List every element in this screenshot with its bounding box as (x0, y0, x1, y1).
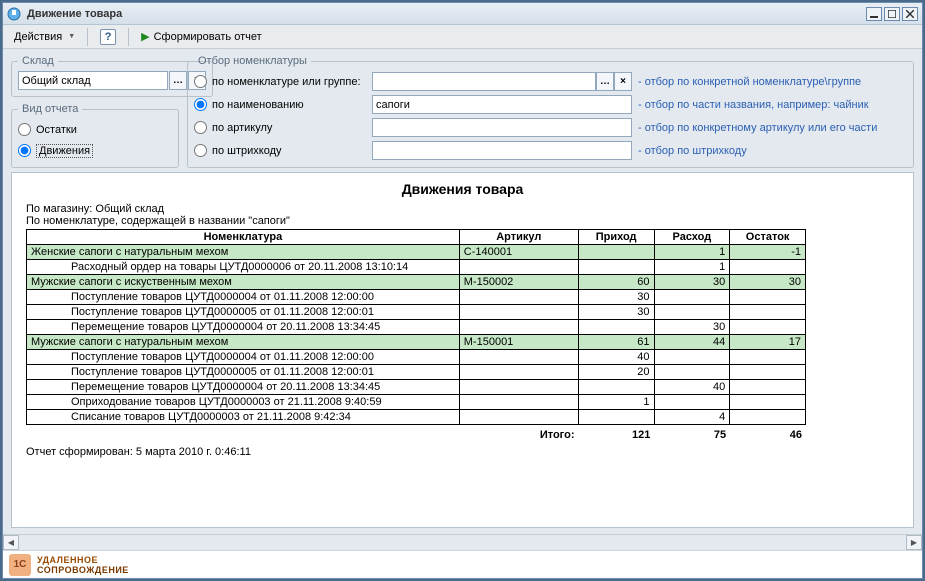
col-header-rest: Остаток (730, 230, 806, 245)
nomk-clear-button[interactable]: × (614, 72, 632, 91)
title-bar: Движение товара (3, 3, 922, 25)
table-row[interactable]: Перемещение товаров ЦУТД0000004 от 20.11… (27, 320, 806, 335)
nomk-select-button[interactable]: … (596, 72, 614, 91)
footer-line1: УДАЛЕННОЕ (37, 555, 129, 565)
table-row[interactable]: Поступление товаров ЦУТД0000005 от 01.11… (27, 305, 806, 320)
radio-ostatki[interactable] (18, 123, 31, 136)
sklad-select-button[interactable]: … (169, 71, 187, 90)
maximize-button[interactable] (884, 7, 900, 21)
name-input[interactable] (372, 95, 632, 114)
scroll-right-icon[interactable]: ▶ (906, 535, 922, 550)
radio-ostatki-label[interactable]: Остатки (36, 124, 77, 136)
group-row[interactable]: Мужские сапоги с натуральным мехомМ-1500… (27, 335, 806, 350)
table-row[interactable]: Расходный ордер на товары ЦУТД0000006 от… (27, 260, 806, 275)
report-timestamp: Отчет сформирован: 5 марта 2010 г. 0:46:… (26, 446, 899, 458)
hint-nomk: - отбор по конкретной номенклатуре\групп… (638, 76, 907, 88)
vid-legend: Вид отчета (18, 103, 82, 115)
art-input[interactable] (372, 118, 632, 137)
help-button[interactable]: ? (93, 27, 123, 47)
help-icon: ? (100, 29, 116, 45)
radio-by-name[interactable] (194, 98, 207, 111)
report-line-store: По магазину: Общий склад (26, 203, 899, 215)
separator (87, 28, 88, 46)
total-label: Итого: (26, 427, 579, 442)
total-in: 121 (579, 427, 655, 442)
scroll-left-icon[interactable]: ◀ (3, 535, 19, 550)
table-row[interactable]: Поступление товаров ЦУТД0000004 от 01.11… (27, 290, 806, 305)
vid-group: Вид отчета Остатки Движения (11, 103, 179, 168)
app-window: Движение товара Действия ▼ ? ▶ Сформиров… (2, 2, 923, 579)
radio-by-barcode[interactable] (194, 144, 207, 157)
footer-line2: СОПРОВОЖДЕНИЕ (37, 565, 129, 575)
hint-art: - отбор по конкретному артикулу или его … (638, 122, 907, 134)
table-row[interactable]: Перемещение товаров ЦУТД0000004 от 20.11… (27, 380, 806, 395)
sklad-legend: Склад (18, 55, 58, 67)
hint-barcode: - отбор по штрихкоду (638, 145, 907, 157)
col-header-out: Расход (654, 230, 730, 245)
window-title: Движение товара (27, 8, 122, 20)
table-row[interactable]: Оприходование товаров ЦУТД0000003 от 21.… (27, 395, 806, 410)
col-header-art: Артикул (459, 230, 578, 245)
radio-by-art[interactable] (194, 121, 207, 134)
close-button[interactable] (902, 7, 918, 21)
table-row[interactable]: Списание товаров ЦУТД0000003 от 21.11.20… (27, 410, 806, 425)
table-row[interactable]: Поступление товаров ЦУТД0000005 от 01.11… (27, 365, 806, 380)
otbor-legend: Отбор номенклатуры (194, 55, 311, 67)
report-line-filter: По номенклатуре, содержащей в названии "… (26, 215, 899, 227)
radio-by-nomk[interactable] (194, 75, 207, 88)
total-row: Итого: 121 75 46 (26, 427, 806, 442)
separator (128, 28, 129, 46)
radio-by-name-label[interactable]: по наименованию (212, 99, 304, 111)
radio-by-nomk-label[interactable]: по номенклатуре или группе: (212, 76, 361, 88)
report-title: Движения товара (26, 181, 899, 197)
col-header-in: Приход (578, 230, 654, 245)
minimize-button[interactable] (866, 7, 882, 21)
hint-name: - отбор по части названия, например: чай… (638, 99, 907, 111)
filter-panel: Склад … × Вид отчета Остатки Д (3, 49, 922, 172)
play-icon: ▶ (141, 30, 149, 43)
col-header-nom: Номенклатура (27, 230, 460, 245)
actions-label: Действия (14, 31, 62, 43)
sklad-input[interactable] (18, 71, 168, 90)
radio-dvizh[interactable] (18, 144, 31, 157)
group-row[interactable]: Женские сапоги с натуральным мехомС-1400… (27, 245, 806, 260)
actions-menu[interactable]: Действия ▼ (7, 27, 82, 47)
radio-by-barcode-label[interactable]: по штрихкоду (212, 145, 282, 157)
nomk-input[interactable] (372, 72, 596, 91)
app-icon (7, 7, 21, 21)
report-area: Движения товара По магазину: Общий склад… (11, 172, 914, 528)
table-row[interactable]: Поступление товаров ЦУТД0000004 от 01.11… (27, 350, 806, 365)
radio-dvizh-label[interactable]: Движения (36, 144, 93, 158)
otbor-group: Отбор номенклатуры по номенклатуре или г… (187, 55, 914, 168)
total-out: 75 (654, 427, 730, 442)
dropdown-icon: ▼ (68, 33, 75, 40)
vendor-icon: 1C (9, 554, 31, 576)
radio-by-art-label[interactable]: по артикулу (212, 122, 272, 134)
sklad-group: Склад … × (11, 55, 213, 97)
total-rest: 46 (730, 427, 806, 442)
report-table: Номенклатура Артикул Приход Расход Остат… (26, 229, 806, 425)
run-report-button[interactable]: ▶ Сформировать отчет (134, 27, 269, 47)
horizontal-scrollbar[interactable]: ◀ ▶ (3, 534, 922, 550)
footer-badge[interactable]: 1C УДАЛЕННОЕ СОПРОВОЖДЕНИЕ (3, 550, 922, 578)
group-row[interactable]: Мужские сапоги с искуственным мехомМ-150… (27, 275, 806, 290)
run-label: Сформировать отчет (154, 31, 262, 43)
toolbar: Действия ▼ ? ▶ Сформировать отчет (3, 25, 922, 49)
barcode-input[interactable] (372, 141, 632, 160)
